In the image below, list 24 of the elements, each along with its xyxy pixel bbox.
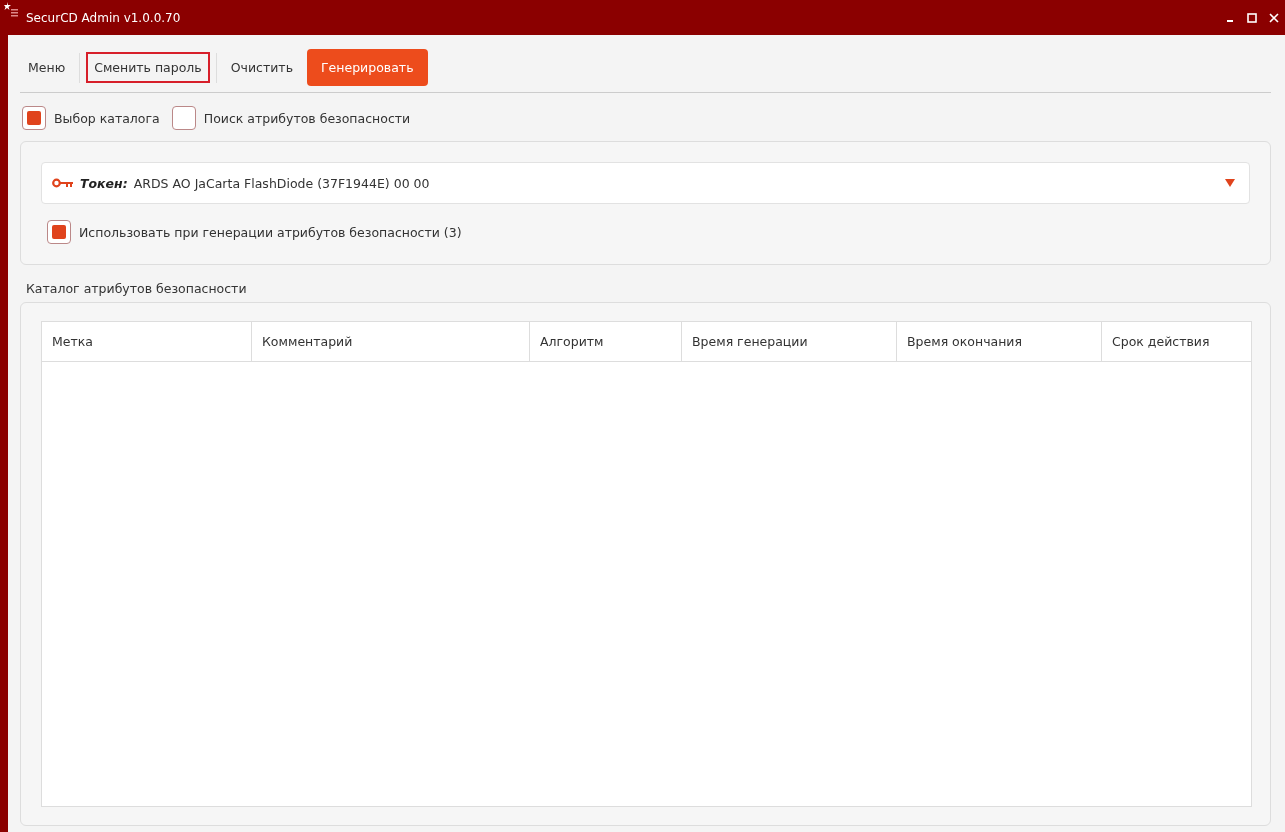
- checkbox[interactable]: [47, 220, 71, 244]
- checkbox-label: Использовать при генерации атрибутов безопасности (3): [79, 224, 462, 240]
- maximize-icon[interactable]: [1247, 12, 1257, 23]
- toolbar-button[interactable]: Очистить: [222, 52, 301, 83]
- checkbox[interactable]: [22, 106, 46, 130]
- toolbar-button[interactable]: Сменить пароль: [86, 52, 210, 83]
- token-dropdown[interactable]: Токен: ARDS AO JaCarta FlashDiode (37F1944E) 00 00: [41, 162, 1250, 204]
- caret-icon: [1225, 179, 1235, 187]
- generate-button[interactable]: Генерировать: [307, 49, 428, 86]
- column-header[interactable]: Комментарий: [252, 322, 530, 361]
- column-header[interactable]: Алгоритм: [530, 322, 682, 361]
- window-title: SecurCD Admin v1.0.0.70: [26, 10, 181, 25]
- checkbox[interactable]: [171, 106, 196, 130]
- checkbox-label: Поиск атрибутов безопасности: [203, 110, 411, 126]
- column-header[interactable]: Время генерации: [682, 322, 897, 361]
- column-header[interactable]: Время окончания: [897, 322, 1102, 361]
- app-icon: [4, 2, 18, 18]
- column-header[interactable]: Метка: [42, 322, 252, 361]
- section-title: Каталог атрибутов безопасности: [25, 280, 248, 298]
- close-icon[interactable]: [1269, 12, 1279, 23]
- toolbar-button[interactable]: Меню: [20, 52, 74, 83]
- column-header[interactable]: Срок действия: [1102, 322, 1251, 361]
- key-icon: [52, 178, 74, 188]
- checkbox-label: Выбор каталога: [54, 110, 160, 126]
